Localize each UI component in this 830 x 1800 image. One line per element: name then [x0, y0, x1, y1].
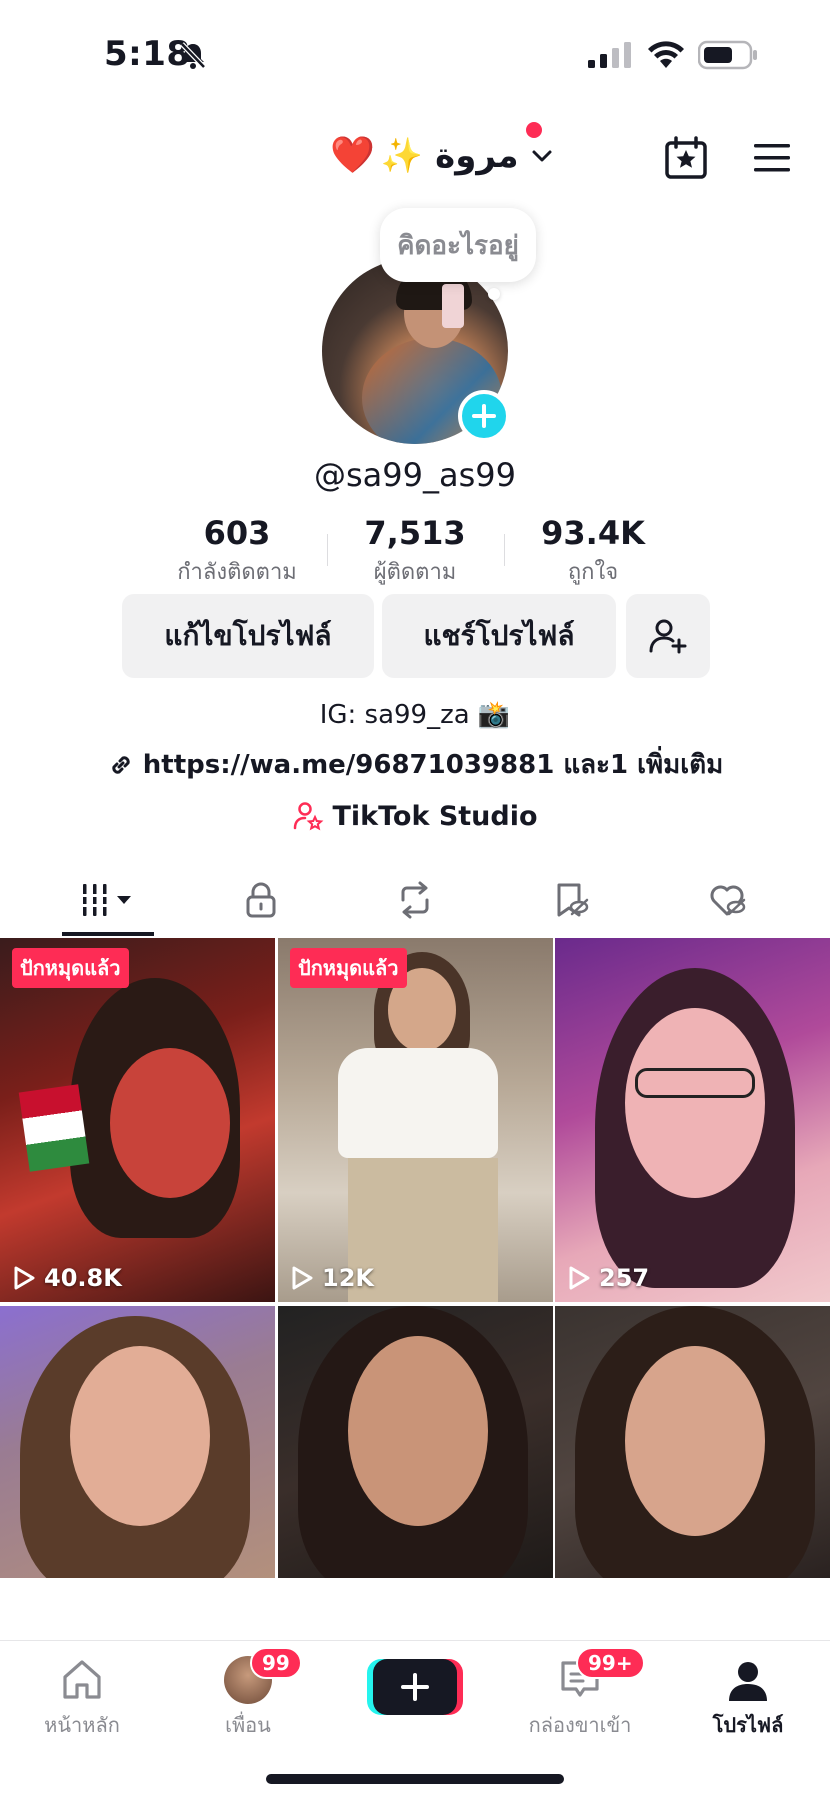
- repost-icon: [401, 881, 429, 919]
- plus-icon: [401, 1673, 429, 1701]
- play-icon: [14, 1266, 35, 1290]
- share-profile-button[interactable]: แชร์โปรไฟล์: [382, 594, 616, 678]
- thought-bubble-tail: [488, 288, 500, 300]
- account-switcher[interactable]: ❤️ ✨ مروة: [330, 128, 555, 184]
- view-count-text: 12K: [322, 1264, 374, 1292]
- creator-star-icon: [294, 802, 324, 831]
- view-count: 257: [567, 1264, 649, 1292]
- friends-badge: 99: [250, 1647, 302, 1679]
- tiktok-studio-link[interactable]: TikTok Studio: [0, 800, 830, 832]
- grid-dropdown-icon: [81, 884, 131, 916]
- bio-link-text: https://wa.me/96871039881 และ1 เพิ่มเติม: [142, 750, 724, 780]
- edit-profile-button[interactable]: แก้ไขโปรไฟล์: [122, 594, 374, 678]
- battery-icon: [698, 40, 757, 70]
- username-handle: @sa99_as99: [314, 456, 516, 494]
- likes-label: ถูกใจ: [567, 560, 619, 585]
- link-icon: [112, 755, 130, 774]
- home-icon: [63, 1660, 101, 1699]
- following-stat[interactable]: 603 กำลังติดตาม: [152, 514, 322, 589]
- lock-icon: [246, 882, 276, 918]
- profile-tabs: [0, 860, 830, 938]
- thought-bubble[interactable]: คิดอะไรอยู่: [380, 208, 536, 282]
- tab-reposts[interactable]: [332, 872, 498, 928]
- add-user-icon: [649, 619, 687, 654]
- followers-stat[interactable]: 7,513 ผู้ติดตาม: [330, 514, 500, 589]
- view-count-text: 257: [599, 1264, 650, 1292]
- followers-count: 7,513: [364, 514, 466, 552]
- nav-profile[interactable]: โปรไฟล์: [678, 1655, 818, 1741]
- bio-link[interactable]: https://wa.me/96871039881 และ1 เพิ่มเติม: [0, 744, 830, 785]
- menu-icon[interactable]: [752, 140, 792, 176]
- profile-stats: 603 กำลังติดตาม 7,513 ผู้ติดตาม 93.4K ถู…: [0, 514, 830, 585]
- view-count: 40.8K: [12, 1264, 122, 1292]
- home-indicator: [266, 1774, 564, 1784]
- following-count: 603: [203, 514, 271, 552]
- nav-inbox-label: กล่องขาเข้า: [528, 1713, 632, 1737]
- video-thumbnail[interactable]: [555, 1306, 830, 1578]
- chevron-down-icon: [532, 150, 552, 162]
- display-name: مروة: [435, 136, 519, 176]
- view-count: 12K: [290, 1264, 374, 1292]
- heart-hidden-icon: [710, 885, 746, 916]
- pinned-badge: ปักหมุดแล้ว: [12, 948, 129, 988]
- wifi-icon: [648, 41, 684, 68]
- heart-emoji: ❤️: [330, 135, 375, 176]
- play-icon: [292, 1266, 313, 1290]
- pinned-badge: ปักหมุดแล้ว: [290, 948, 407, 988]
- stat-divider: [327, 534, 328, 566]
- video-thumbnail[interactable]: [278, 1306, 553, 1578]
- cellular-signal-icon: [588, 42, 631, 68]
- bell-off-icon: [180, 42, 206, 69]
- play-icon: [569, 1266, 590, 1290]
- video-thumbnail[interactable]: 257: [555, 938, 830, 1302]
- active-tab-indicator: [62, 932, 154, 936]
- status-bar: 5:18: [0, 0, 830, 110]
- nav-profile-label: โปรไฟล์: [712, 1713, 784, 1737]
- video-thumbnail[interactable]: ปักหมุดแล้ว 40.8K: [0, 938, 275, 1302]
- tab-videos[interactable]: [26, 872, 192, 928]
- tab-private[interactable]: [178, 872, 344, 928]
- notification-dot: [526, 122, 542, 138]
- sparkles-emoji: ✨: [380, 136, 424, 176]
- plus-icon: [472, 404, 496, 428]
- video-thumbnail[interactable]: ปักหมุดแล้ว 12K: [278, 938, 553, 1302]
- bookmark-hidden-icon: [557, 883, 589, 917]
- nav-home-label: หน้าหลัก: [44, 1713, 120, 1737]
- video-thumbnail[interactable]: [0, 1306, 275, 1578]
- view-count-text: 40.8K: [44, 1264, 122, 1292]
- calendar-star-icon[interactable]: [664, 136, 708, 180]
- likes-stat[interactable]: 93.4K ถูกใจ: [508, 514, 678, 589]
- likes-count: 93.4K: [541, 514, 645, 552]
- followers-label: ผู้ติดตาม: [373, 560, 457, 585]
- tiktok-studio-label: TikTok Studio: [332, 800, 538, 832]
- inbox-badge: 99+: [576, 1647, 645, 1679]
- profile-header: ❤️ ✨ مروة: [0, 120, 830, 190]
- tab-favorites[interactable]: [488, 872, 654, 928]
- nav-friends-label: เพื่อน: [225, 1713, 271, 1737]
- add-story-button[interactable]: [458, 390, 510, 442]
- profile-icon: [729, 1662, 767, 1701]
- create-button[interactable]: [373, 1659, 457, 1715]
- nav-home[interactable]: หน้าหลัก: [12, 1655, 152, 1741]
- stat-divider: [504, 534, 505, 566]
- following-label: กำลังติดตาม: [177, 560, 297, 585]
- bio-instagram: IG: sa99_za 📸: [319, 700, 511, 730]
- add-friend-button[interactable]: [626, 594, 710, 678]
- tab-liked[interactable]: [644, 872, 810, 928]
